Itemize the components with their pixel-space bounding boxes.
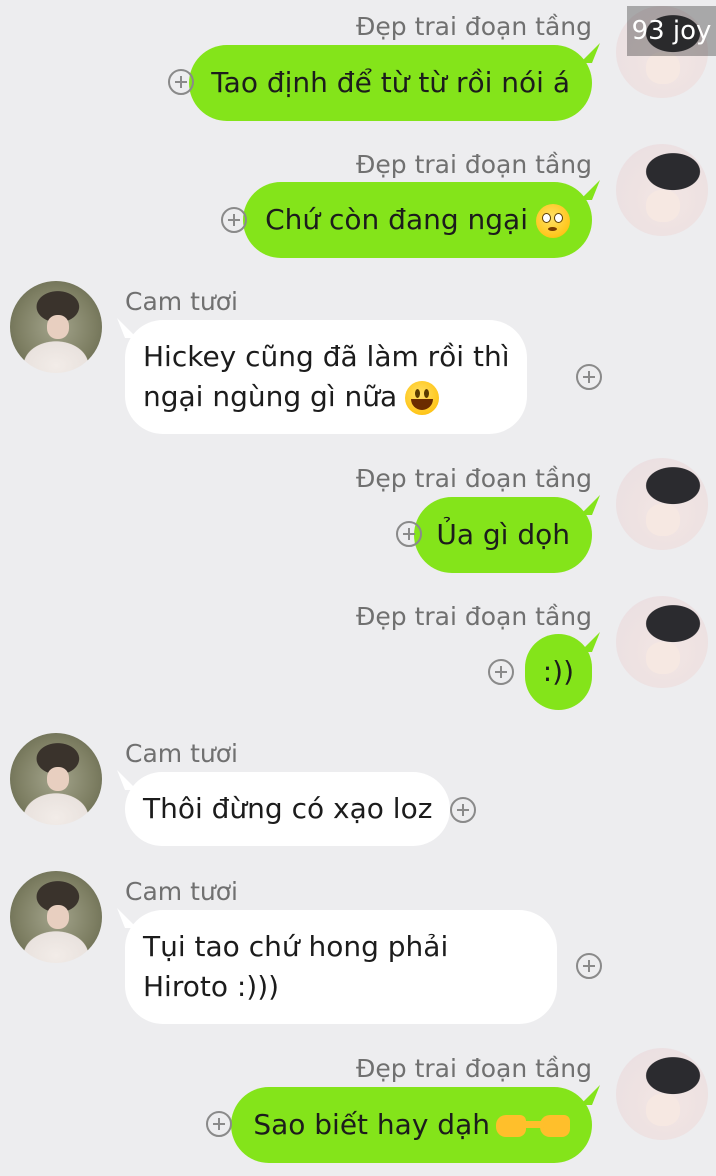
sender-name: Đẹp trai đoạn tầng	[356, 1054, 592, 1083]
message-text: :))	[542, 655, 574, 688]
message-text: Sao biết hay dạh	[253, 1108, 490, 1141]
message-text: ngại ngùng gì nữa	[143, 380, 398, 413]
message-bubble[interactable]: Hickey cũng đã làm rồi thì ngại ngùng gì…	[125, 320, 528, 434]
message-bubble[interactable]: Ủa gì dọh	[414, 497, 592, 573]
message-bubble[interactable]: Thôi đừng có xạo loz	[125, 772, 451, 846]
add-reaction-icon[interactable]	[206, 1111, 232, 1137]
message-bubble[interactable]: Chứ còn đang ngại	[243, 182, 592, 258]
message-text: Ủa gì dọh	[436, 518, 570, 551]
message-text-line: Hickey cũng đã làm rồi thì	[143, 340, 510, 373]
message-text-line: ngại ngùng gì nữa	[143, 377, 509, 417]
message-text: Thôi đừng có xạo loz	[143, 792, 433, 825]
add-reaction-icon[interactable]	[488, 659, 514, 685]
watermark: 93 joy	[627, 6, 716, 56]
add-reaction-icon[interactable]	[396, 521, 422, 547]
avatar[interactable]	[10, 871, 102, 963]
sender-name: Đẹp trai đoạn tầng	[356, 602, 592, 631]
add-reaction-icon[interactable]	[450, 797, 476, 823]
avatar[interactable]	[616, 458, 708, 550]
pointing-right-icon	[496, 1115, 538, 1137]
message-text-line: Hiroto :)))	[143, 970, 280, 1003]
sender-name: Đẹp trai đoạn tầng	[356, 12, 592, 41]
message-text: Tao định để từ từ rồi nói á	[211, 66, 570, 99]
add-reaction-icon[interactable]	[168, 69, 194, 95]
avatar[interactable]	[10, 281, 102, 373]
add-reaction-icon[interactable]	[576, 953, 602, 979]
sender-name: Cam tươi	[125, 877, 238, 906]
flushed-face-icon	[536, 204, 570, 238]
sender-name: Cam tươi	[125, 287, 238, 316]
avatar[interactable]	[616, 1048, 708, 1140]
sender-name: Đẹp trai đoạn tầng	[356, 150, 592, 179]
add-reaction-icon[interactable]	[576, 364, 602, 390]
add-reaction-icon[interactable]	[221, 207, 247, 233]
message-bubble[interactable]: Sao biết hay dạh	[231, 1087, 592, 1163]
sender-name: Đẹp trai đoạn tầng	[356, 464, 592, 493]
avatar[interactable]	[10, 733, 102, 825]
message-bubble[interactable]: Tao định để từ từ rồi nói á	[189, 45, 592, 121]
message-bubble[interactable]: :))	[524, 634, 592, 710]
avatar[interactable]	[616, 144, 708, 236]
avatar[interactable]	[616, 596, 708, 688]
message-bubble[interactable]: Tụi tao chứ hong phải Hiroto :)))	[125, 910, 557, 1024]
message-text: Chứ còn đang ngại	[265, 203, 528, 236]
message-text-line: Tụi tao chứ hong phải	[143, 930, 449, 963]
pointing-left-icon	[528, 1115, 570, 1137]
sender-name: Cam tươi	[125, 739, 238, 768]
grinning-face-icon	[405, 381, 440, 415]
